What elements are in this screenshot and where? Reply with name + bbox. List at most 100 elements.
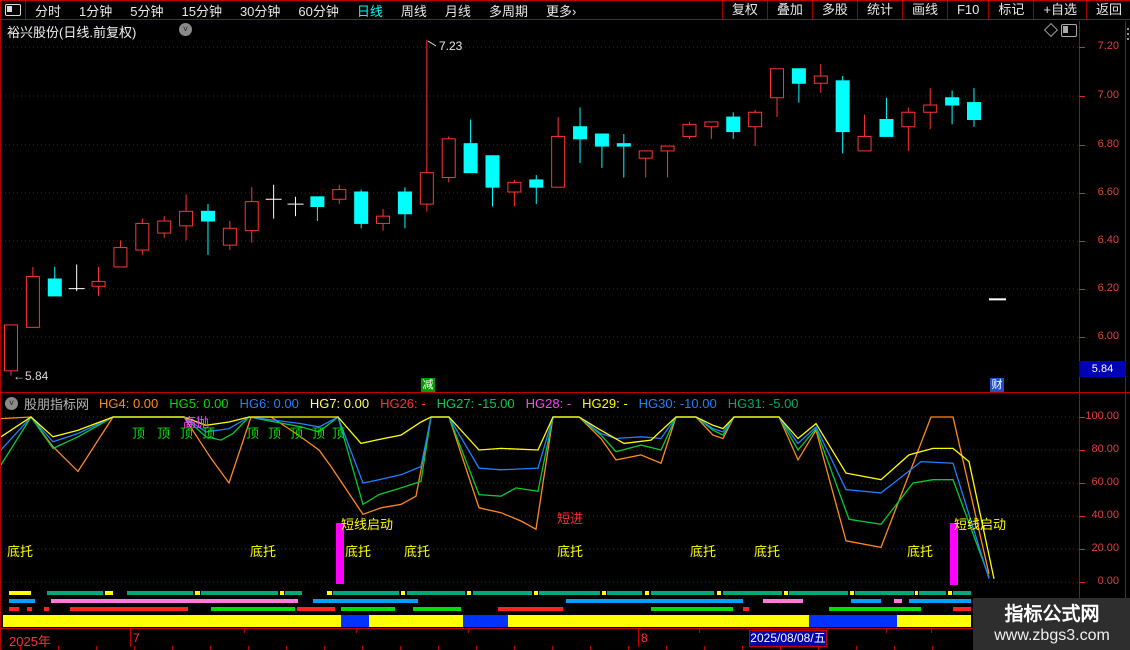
toolbar-action-8[interactable]: 返回 bbox=[1085, 1, 1130, 19]
indicator-axis-label: 100.00 bbox=[1085, 410, 1119, 422]
timeline-tick-top bbox=[356, 629, 357, 633]
indicator-axis-label: 60.00 bbox=[1091, 476, 1119, 488]
period-tab-7[interactable]: 周线 bbox=[392, 1, 436, 20]
split-window-icon[interactable] bbox=[5, 4, 21, 16]
timeline-separator bbox=[638, 629, 639, 647]
scrollbar-divider bbox=[1125, 21, 1126, 650]
timeline-tick-bottom bbox=[324, 646, 325, 650]
timeline-year-label: 2025年 bbox=[9, 634, 51, 649]
period-tab-5[interactable]: 60分钟 bbox=[289, 1, 347, 20]
price-axis-label: 6.20 bbox=[1097, 282, 1119, 294]
chevron-down-icon[interactable]: ˅ bbox=[5, 396, 18, 410]
timeline-tick-bottom bbox=[362, 646, 363, 650]
price-axis-label: 6.00 bbox=[1097, 330, 1119, 342]
current-price-dash bbox=[989, 298, 1006, 301]
timeline-separator bbox=[130, 629, 131, 647]
indicator-axis-tick bbox=[1079, 483, 1085, 484]
period-tab-4[interactable]: 30分钟 bbox=[231, 1, 289, 20]
price-axis-label: 7.00 bbox=[1097, 89, 1119, 101]
price-axis-tick bbox=[1079, 47, 1085, 48]
timeline-tick-bottom bbox=[590, 646, 591, 650]
timeline-tick-bottom bbox=[400, 646, 401, 650]
signal-label-顶: 顶 bbox=[246, 426, 260, 441]
signal-label-短线启动: 短线启动 bbox=[954, 517, 1007, 532]
indicator-axis-tick bbox=[1079, 450, 1085, 451]
stock-title: 裕兴股份(日线.前复权) bbox=[7, 25, 137, 40]
period-tab-0[interactable]: 分时 bbox=[26, 1, 70, 20]
period-toolbar: 分时 1分钟 5分钟 15分钟 30分钟 60分钟 日线 周线 月线 多周期 更多› 复权 叠加 多股统… bbox=[1, 0, 1130, 20]
price-axis-tick bbox=[1079, 337, 1085, 338]
timeline-tick-top bbox=[931, 629, 932, 633]
timeline-tick-bottom bbox=[476, 646, 477, 650]
toolbar-action-3[interactable]: 统计 bbox=[856, 1, 902, 19]
indicator-axis-label: 40.00 bbox=[1091, 509, 1119, 521]
price-axis-tick bbox=[1079, 145, 1085, 146]
watermark-site-name: 指标公式网 bbox=[1004, 603, 1100, 625]
price-axis-label: 6.40 bbox=[1097, 234, 1119, 246]
indicator-value-HG28: HG28: - bbox=[525, 395, 572, 411]
timeline-tick-top bbox=[468, 629, 469, 633]
chevron-down-icon[interactable]: ˅ bbox=[179, 23, 192, 36]
toolbar-actions: 复权 叠加 多股 统计 画线 F10 标记 +自选 返回 bbox=[721, 1, 1130, 19]
signal-label-短线启动: 短线启动 bbox=[341, 517, 394, 532]
timeline-tick-bottom bbox=[514, 646, 515, 650]
indicator-values: HG4: 0.00 HG5: 0.00 HG6: 0.00 HG7: 0.00 HG26… bbox=[99, 396, 810, 411]
signal-label-顶: 顶 bbox=[312, 426, 326, 441]
timeline-tick-bottom bbox=[628, 646, 629, 650]
price-axis-tick bbox=[1079, 241, 1085, 242]
timeline-tick-bottom bbox=[666, 646, 667, 650]
timeline-tick-bottom bbox=[134, 646, 135, 650]
toolbar-action-2[interactable]: 多股 bbox=[811, 1, 857, 19]
timeline-month-8: 8 bbox=[641, 631, 648, 645]
timeline-tick-bottom bbox=[856, 646, 857, 650]
timeline-tick-bottom bbox=[20, 646, 21, 650]
indicator-lines bbox=[1, 415, 995, 579]
title-bar: 裕兴股份(日线.前复权) ˅ bbox=[1, 21, 1130, 40]
timeline-tick-bottom bbox=[58, 646, 59, 650]
toolbar-action-4[interactable]: 画线 bbox=[901, 1, 947, 19]
panel-divider bbox=[1, 392, 1130, 393]
watermark: 指标公式网 www.zbgs3.com bbox=[973, 598, 1130, 650]
indicator-axis-label: 0.00 bbox=[1097, 575, 1119, 587]
signal-label-高抛: 高抛 bbox=[183, 415, 210, 430]
timeline-tick-bottom bbox=[286, 646, 287, 650]
indicator-axis-tick bbox=[1079, 582, 1085, 583]
price-axis-label: 7.20 bbox=[1097, 40, 1119, 52]
indicator-axis-label: 20.00 bbox=[1091, 542, 1119, 554]
period-tab-10[interactable]: 更多› bbox=[537, 1, 585, 20]
indicator-value-HG4: HG4: 0.00 bbox=[99, 395, 159, 411]
axis-divider bbox=[1079, 21, 1080, 650]
timeline-tick-bottom bbox=[894, 646, 895, 650]
toolbar-action-6[interactable]: 标记 bbox=[988, 1, 1033, 19]
indicator-value-HG5: HG5: 0.00 bbox=[169, 395, 229, 411]
indicator-axis-tick bbox=[1079, 516, 1085, 517]
toolbar-action-1[interactable]: 叠加 bbox=[766, 1, 812, 19]
signal-label-顶: 顶 bbox=[268, 426, 282, 441]
signal-label-顶: 顶 bbox=[332, 426, 346, 441]
event-badge-财: 财 bbox=[990, 378, 1004, 392]
candlesticks bbox=[4, 39, 1006, 376]
timeline-tick-bottom bbox=[932, 646, 933, 650]
period-tab-6[interactable]: 日线 bbox=[348, 1, 392, 20]
timeline[interactable]: 2025年 7 8 2025/08/08/五 bbox=[1, 629, 1130, 650]
toolbar-action-7[interactable]: +自选 bbox=[1033, 1, 1086, 19]
indicator-value-HG27: HG27: -15.00 bbox=[436, 395, 515, 411]
toolbar-action-0[interactable]: 复权 bbox=[721, 1, 767, 19]
price-axis-tick bbox=[1079, 193, 1085, 194]
indicator-axis-label: 80.00 bbox=[1091, 443, 1119, 455]
low-price-annotation: ←5.84 bbox=[13, 369, 49, 383]
timeline-tick-bottom bbox=[742, 646, 743, 650]
diamond-icon[interactable] bbox=[1043, 22, 1059, 38]
period-tab-2[interactable]: 5分钟 bbox=[121, 1, 172, 20]
indicator-value-HG7: HG7: 0.00 bbox=[309, 395, 370, 411]
toolbar-action-5[interactable]: F10 bbox=[946, 1, 988, 19]
panel-layout-icon[interactable] bbox=[1061, 24, 1077, 37]
signal-label-底托: 底托 bbox=[404, 544, 431, 559]
period-tab-1[interactable]: 1分钟 bbox=[70, 1, 121, 20]
price-gridlines bbox=[1, 46, 1079, 338]
signal-label-底托: 底托 bbox=[7, 544, 34, 559]
indicator-line-HG7 bbox=[1, 416, 995, 579]
period-tab-9[interactable]: 多周期 bbox=[480, 1, 537, 20]
period-tab-3[interactable]: 15分钟 bbox=[172, 1, 230, 20]
period-tab-8[interactable]: 月线 bbox=[436, 1, 480, 20]
